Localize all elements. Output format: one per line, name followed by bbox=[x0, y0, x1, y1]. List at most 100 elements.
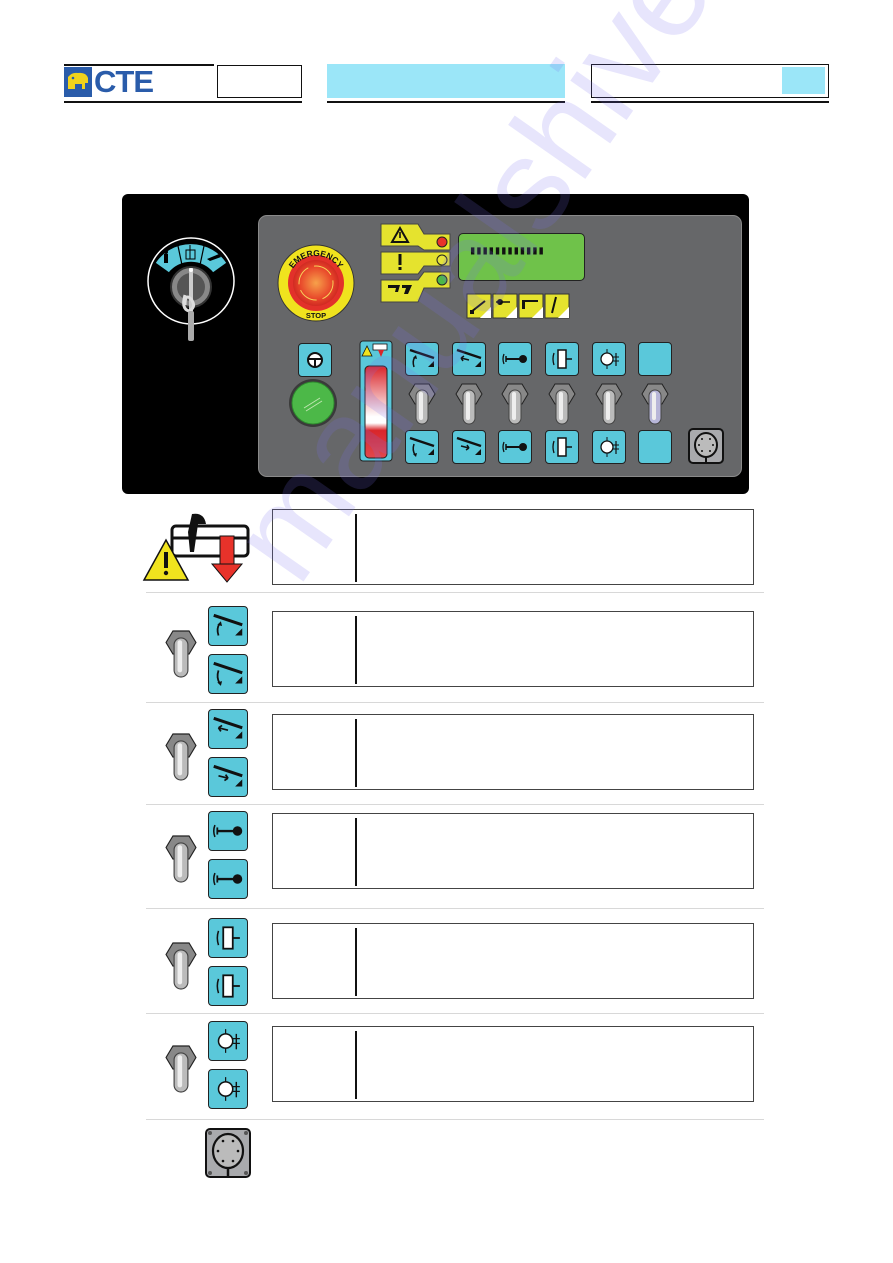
section-title-box bbox=[327, 64, 565, 98]
header-rule bbox=[327, 101, 565, 103]
boom-lower-button[interactable] bbox=[405, 430, 439, 464]
cte-logo: CTE bbox=[64, 64, 158, 99]
lcd-display: ▮▮▮▮▮▮▮▮▮▮▮▮ bbox=[458, 233, 585, 281]
boom-raise-icon bbox=[213, 613, 243, 636]
jib-toggle bbox=[164, 834, 199, 885]
connector-socket-icon bbox=[205, 1128, 251, 1178]
key-selector-switch[interactable] bbox=[145, 235, 237, 345]
boom-extend-button[interactable] bbox=[452, 342, 486, 376]
basket-rotate-left-button bbox=[208, 918, 248, 958]
jib-down-button[interactable] bbox=[498, 430, 532, 464]
row-divider bbox=[146, 1013, 764, 1014]
boom-extend-toggle[interactable] bbox=[454, 382, 484, 426]
legend-row-turret-rotation bbox=[272, 1026, 754, 1102]
legend-row-descent bbox=[272, 509, 754, 585]
boom-extend-toggle bbox=[164, 732, 199, 783]
spare-button-bottom[interactable] bbox=[638, 430, 672, 464]
logo-text: CTE bbox=[94, 64, 154, 99]
yellow-led bbox=[436, 254, 448, 266]
basket-icon bbox=[372, 343, 388, 351]
basket-rotate-left-icon bbox=[552, 349, 572, 369]
spare-toggle[interactable] bbox=[640, 382, 670, 426]
jib-up-icon bbox=[502, 353, 527, 365]
jib-mode-icon bbox=[518, 293, 544, 319]
mode-buttons bbox=[466, 293, 574, 319]
boom-raise-button bbox=[208, 606, 248, 646]
basket-rotation-toggle[interactable] bbox=[547, 382, 577, 426]
elephant-logo-icon bbox=[64, 67, 92, 97]
boom-lift-mode-icon bbox=[466, 293, 492, 319]
row-divider bbox=[146, 592, 764, 593]
jib-down-button bbox=[208, 859, 248, 899]
boom-lower-icon bbox=[409, 436, 435, 457]
lcd-text: ▮▮▮▮▮▮▮▮▮▮▮▮ bbox=[469, 243, 545, 257]
connector-socket bbox=[688, 428, 724, 464]
boom-raise-button[interactable] bbox=[405, 342, 439, 376]
boom-extend-icon bbox=[456, 348, 482, 367]
jib-up-button[interactable] bbox=[498, 342, 532, 376]
boom-lift-toggle bbox=[164, 629, 199, 680]
turret-rotate-ccw-button[interactable] bbox=[592, 430, 626, 464]
emergency-stop-button[interactable]: EMERGENCY STOP bbox=[277, 244, 355, 322]
jib-up-icon bbox=[212, 824, 243, 838]
ground-control-icon bbox=[164, 250, 168, 263]
turret-rotate-cw-icon bbox=[217, 1029, 240, 1053]
red-led bbox=[436, 236, 448, 248]
turret-rotate-ccw-button bbox=[208, 1069, 248, 1109]
basket-rotate-right-icon bbox=[552, 437, 572, 457]
basket-rotate-right-button[interactable] bbox=[545, 430, 579, 464]
basket-rotate-left-button[interactable] bbox=[545, 342, 579, 376]
header-rule bbox=[64, 101, 302, 103]
jib-up-button bbox=[208, 811, 248, 851]
boom-lift-toggle[interactable] bbox=[407, 382, 437, 426]
boom-retract-icon bbox=[213, 764, 243, 787]
boom-extend-icon bbox=[213, 716, 243, 739]
turret-rotate-ccw-icon bbox=[600, 437, 619, 457]
horn-button[interactable] bbox=[298, 343, 332, 377]
row-divider bbox=[146, 702, 764, 703]
basket-rotate-left-icon bbox=[216, 926, 240, 950]
header-rule bbox=[591, 101, 829, 103]
basket-rotation-toggle bbox=[164, 941, 199, 992]
turret-rotation-toggle[interactable] bbox=[594, 382, 624, 426]
turret-rotate-ccw-icon bbox=[217, 1077, 240, 1101]
boom-extend-button bbox=[208, 709, 248, 749]
boom-raise-icon bbox=[409, 348, 435, 368]
row-divider bbox=[146, 1119, 764, 1120]
svg-text:STOP: STOP bbox=[306, 311, 326, 320]
basket-level-mode-icon bbox=[544, 293, 570, 319]
row-divider bbox=[146, 804, 764, 805]
turret-rotate-cw-icon bbox=[600, 349, 619, 369]
boom-lower-icon bbox=[213, 661, 243, 686]
boom-lower-button bbox=[208, 654, 248, 694]
descent-rocker-switch[interactable] bbox=[359, 340, 393, 462]
legend-row-boom-lift bbox=[272, 611, 754, 687]
steering-wheel-icon bbox=[307, 352, 323, 368]
warning-indicators bbox=[380, 222, 452, 306]
green-led bbox=[436, 274, 448, 286]
telescope-mode-icon bbox=[492, 293, 518, 319]
header-box-left bbox=[217, 65, 302, 98]
exclamation-icon bbox=[398, 254, 402, 270]
spare-button-top[interactable] bbox=[638, 342, 672, 376]
connector-socket-icon bbox=[688, 428, 724, 464]
turret-rotation-toggle bbox=[164, 1044, 199, 1095]
start-button[interactable] bbox=[288, 378, 338, 428]
boom-retract-icon bbox=[456, 436, 482, 455]
page-number-box bbox=[782, 67, 825, 94]
basket-descent-warning-icon bbox=[142, 512, 252, 584]
basket-rotate-right-icon bbox=[216, 974, 240, 998]
legend-row-boom-extend bbox=[272, 714, 754, 790]
legend-row-jib bbox=[272, 813, 754, 889]
turret-rotate-cw-button[interactable] bbox=[592, 342, 626, 376]
boom-retract-button bbox=[208, 757, 248, 797]
legend-row-basket-rotation bbox=[272, 923, 754, 999]
jib-down-icon bbox=[502, 441, 527, 453]
jib-down-icon bbox=[212, 872, 243, 886]
connector-socket-legend bbox=[205, 1128, 251, 1178]
jib-toggle[interactable] bbox=[500, 382, 530, 426]
turret-rotate-cw-button bbox=[208, 1021, 248, 1061]
boom-retract-button[interactable] bbox=[452, 430, 486, 464]
basket-rotate-right-button bbox=[208, 966, 248, 1006]
row-divider bbox=[146, 908, 764, 909]
